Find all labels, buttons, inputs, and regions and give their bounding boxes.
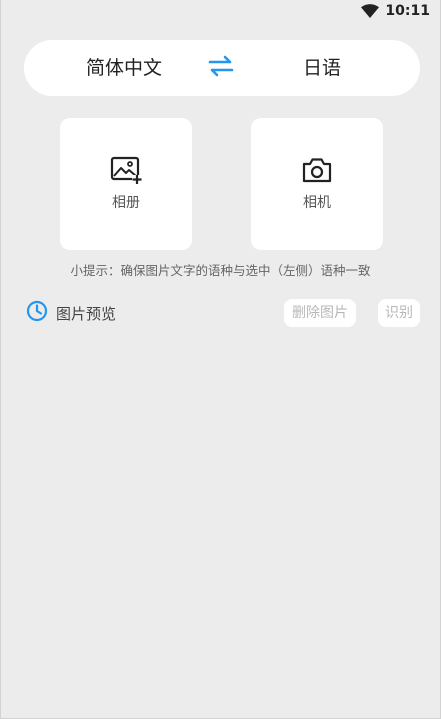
image-add-icon [110,156,142,192]
preview-row: 图片预览 删除图片 识别 [26,299,420,327]
preview-title: 图片预览 [26,299,116,327]
swap-icon [208,54,234,82]
swap-language-button[interactable] [208,54,234,82]
album-label: 相册 [112,195,140,211]
wifi-icon [361,4,380,18]
status-time: 10:11 [385,3,430,19]
status-bar: 10:11 [1,0,440,22]
album-card[interactable]: 相册 [60,118,192,250]
screen: 10:11 简体中文 日语 相册 相机 小提示：确保图片文字的语种与选中（左侧）… [0,0,441,719]
camera-label: 相机 [303,195,331,211]
recognize-button[interactable]: 识别 [378,299,420,327]
target-language-button[interactable]: 日语 [252,40,392,96]
language-bar: 简体中文 日语 [24,40,420,96]
source-language-button[interactable]: 简体中文 [54,40,194,96]
camera-icon [301,156,333,192]
preview-title-label: 图片预览 [56,304,117,323]
delete-image-button[interactable]: 删除图片 [284,299,356,327]
clock-icon [26,300,48,326]
tip-text: 小提示：确保图片文字的语种与选中（左侧）语种一致 [70,263,371,278]
camera-card[interactable]: 相机 [251,118,383,250]
